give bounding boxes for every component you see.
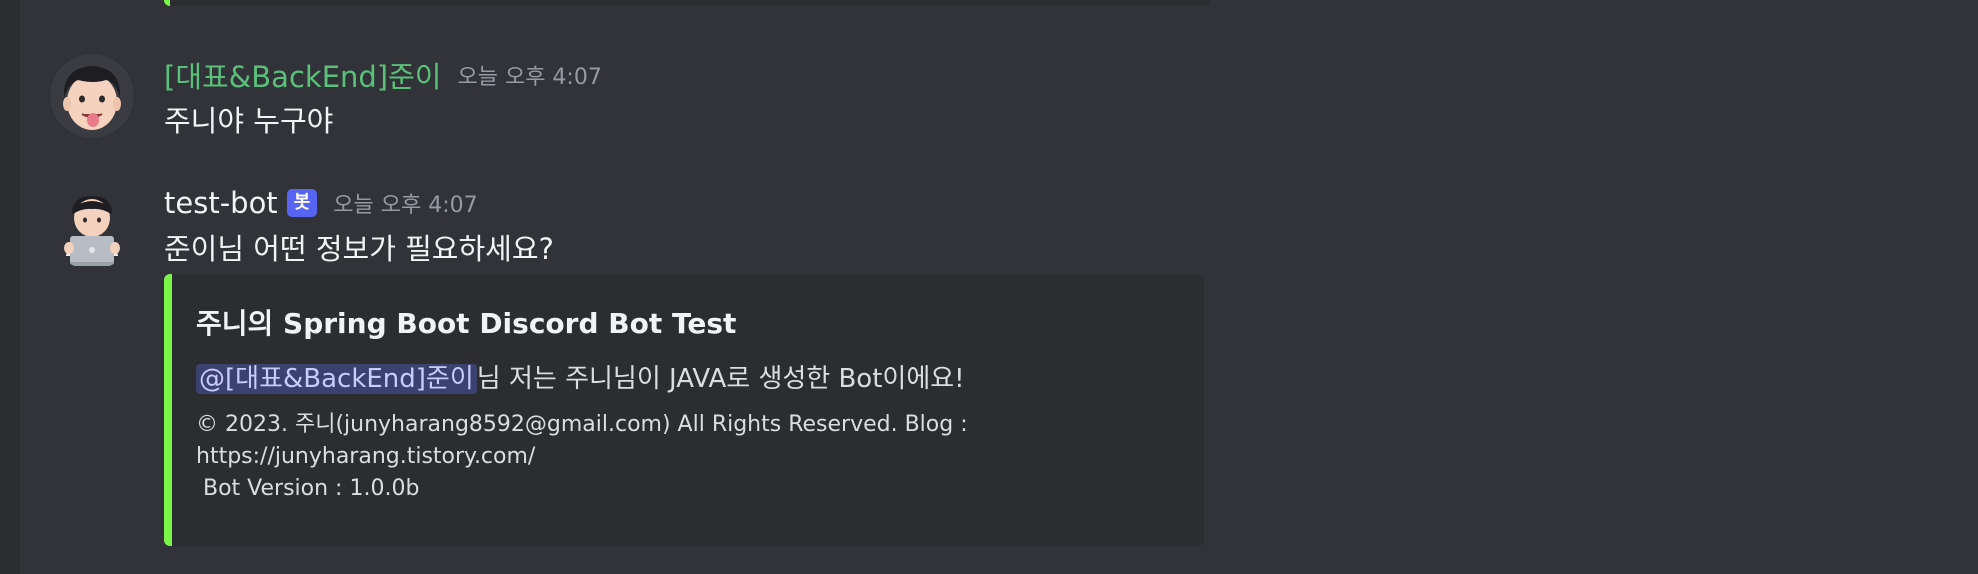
memoji-tongue-avatar-icon[interactable]: [50, 54, 134, 138]
message-author-name[interactable]: test-bot: [164, 186, 278, 220]
left-rail: [0, 0, 20, 574]
message-timestamp[interactable]: 오늘 오후 4:07: [457, 59, 601, 91]
message-timestamp[interactable]: 오늘 오후 4:07: [333, 187, 477, 219]
bot-embed: 주니의 Spring Boot Discord Bot Test @[대표&Ba…: [164, 274, 1204, 546]
embed-description: @[대표&BackEnd]준이 님 저는 주니님이 JAVA로 생성한 Bot이에…: [196, 358, 1180, 395]
embed-title: 주니의 Spring Boot Discord Bot Test: [196, 307, 737, 340]
previous-embed-edge: [164, 0, 1210, 6]
user-mention[interactable]: @[대표&BackEnd]준이: [196, 364, 477, 394]
message-content: 주니야 누구야: [164, 104, 334, 138]
embed-footer-line: Bot Version : 1.0.0b: [196, 476, 420, 501]
message-author-name[interactable]: [대표&BackEnd]준이: [164, 54, 441, 96]
memoji-laptop-avatar-icon[interactable]: [50, 186, 134, 270]
embed-footer-line: https://junyharang.tistory.com/: [196, 444, 536, 469]
bot-tag-badge: 봇: [286, 189, 318, 217]
embed-footer-line: © 2023. 주니(junyharang8592@gmail.com) All…: [196, 412, 968, 437]
message-content: 준이님 어떤 정보가 필요하세요?: [164, 232, 554, 266]
embed-footer: © 2023. 주니(junyharang8592@gmail.com) All…: [196, 409, 1180, 505]
embed-description-text: 님 저는 주니님이 JAVA로 생성한 Bot이에요!: [476, 364, 965, 394]
